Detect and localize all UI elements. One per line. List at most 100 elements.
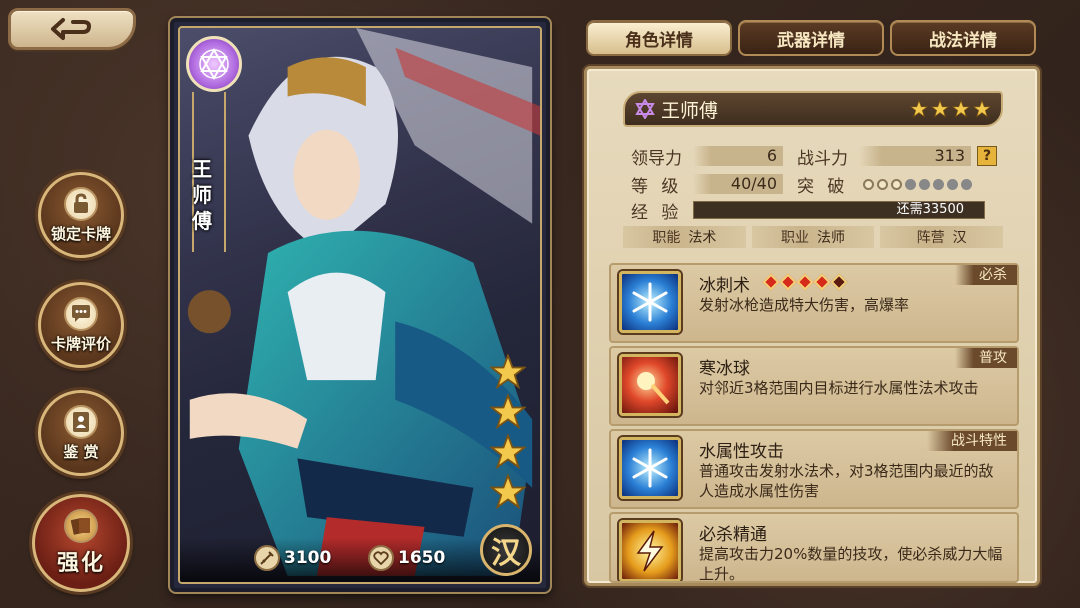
breakthrough-dot [863,178,874,190]
star-icon [910,100,928,118]
tag-function: 职能 法术 [623,226,746,248]
exp-label: 经 验 [631,202,683,223]
skill-name: 冰刺术 [699,276,750,296]
card-star-rating [490,354,526,510]
tag-value: 法术 [688,230,717,246]
gem-icon [762,273,780,291]
skill-card[interactable]: 水属性攻击 战斗特性 普通攻击发射水法术，对3格范围内最近的敌人造成水属性伤害 [609,429,1019,509]
star-icon [490,434,526,470]
chat-bubble-icon [64,296,98,331]
level-value: 40/40 [693,174,783,194]
breakthrough-dot [891,178,902,190]
tag-value: 法师 [817,230,845,246]
gem-icon [779,273,797,291]
combat-label: 战斗力 [797,148,848,169]
star-icon [490,474,526,510]
tag-label: 职业 [781,230,809,246]
card-review-button[interactable]: 卡牌评价 [38,282,124,368]
appreciate-button[interactable]: 鉴 赏 [38,390,124,476]
hero-name-banner: 王师傅 [623,91,1003,127]
card-review-label: 卡牌评价 [50,334,111,353]
skill-name: 必杀精通 [699,525,767,545]
character-card: 王 师 傅 3100 1650 汉 [170,18,550,592]
enhance-button[interactable]: 强化 [32,494,130,592]
ice-crystal-icon [619,271,681,333]
tag-faction: 阵营 汉 [880,226,1004,248]
breakthrough-dot [947,178,958,190]
skill-card[interactable]: 必杀精通 提高攻击力20%数量的技攻，使必杀威力大幅上升。 [609,512,1019,583]
skill-description: 发射冰枪造成特大伤害，高爆率 [699,296,910,314]
gem-icon [813,273,831,291]
hero-star-rating [910,100,991,118]
tag-value: 汉 [952,230,967,246]
back-arrow-icon [51,18,91,40]
attr-row-leadership: 领导力 6 战斗力 313 ? [631,145,997,169]
help-icon[interactable]: ? [977,146,997,166]
hero-name: 王师傅 [661,99,719,122]
character-detail-panel: 王师傅 领导力 6 战斗力 313 ? 等 级 40/40 突 破 经 验 还需… [584,66,1040,586]
gem-icon [796,273,814,291]
breakthrough-dot [905,178,916,190]
lock-card-button[interactable]: 锁定卡牌 [38,172,124,258]
tab-character-details[interactable]: 角色详情 [586,20,732,56]
tab-weapon-details[interactable]: 武器详情 [738,20,884,56]
gem-icon [830,273,848,291]
star-icon [973,100,991,118]
card-name-char: 师 [192,183,212,207]
card-name-char: 傅 [192,209,212,233]
card-name-char: 王 [192,157,212,181]
tag-label: 职能 [652,230,681,246]
enhance-label: 强化 [56,551,105,576]
faction-badge: 汉 [480,524,532,576]
lock-icon [64,186,98,221]
card-character-name: 王 师 傅 [188,156,216,234]
tab-tactics-details[interactable]: 战法详情 [890,20,1036,56]
card-hp-value: 1650 [398,548,446,568]
lightning-icon [619,520,681,581]
tag-label: 阵营 [916,230,945,246]
skill-type-badge: 必杀 [955,265,1017,285]
leadership-label: 领导力 [631,148,682,169]
ice-crystal-icon [619,437,681,499]
skill-card[interactable]: 冰刺术 必杀 发射冰枪造成特大伤害，高爆率 [609,263,1019,343]
lock-card-label: 锁定卡牌 [50,224,111,243]
card-attack-stat: 3100 [254,544,331,572]
skill-type-badge: 战斗特性 [927,431,1017,451]
star-icon [490,354,526,390]
character-artwork [187,28,540,576]
skill-name: 寒冰球 [699,359,750,379]
cards-icon [64,509,98,543]
star-icon [931,100,949,118]
back-button[interactable] [8,8,136,50]
hero-tags: 职能 法术 职业 法师 阵营 汉 [623,226,1004,248]
breakthrough-dots [863,178,972,190]
tag-profession: 职业 法师 [751,226,875,248]
skill-name: 水属性攻击 [699,442,784,462]
heart-icon [368,545,394,571]
attr-row-exp: 经 验 还需33500 [631,199,985,223]
skill-description: 普通攻击发射水法术，对3格范围内最近的敌人造成水属性伤害 [699,462,994,500]
skill-description: 提高攻击力20%数量的技攻，使必杀威力大幅上升。 [699,545,1003,583]
breakthrough-dot [933,178,944,190]
skill-description: 对邻近3格范围内目标进行水属性法术攻击 [699,379,979,397]
card-attack-value: 3100 [284,548,332,568]
skill-type-badge: 普攻 [955,348,1017,368]
combat-value: 313 [859,146,971,166]
sword-icon [254,545,280,571]
portrait-card-icon [64,404,98,439]
fireball-icon [619,354,681,416]
breakthrough-dot [961,178,972,190]
leadership-value: 6 [693,146,783,166]
level-label: 等 级 [631,176,683,197]
skill-card[interactable]: 寒冰球 普攻 对邻近3格范围内目标进行水属性法术攻击 [609,346,1019,426]
exp-bar: 还需33500 [693,201,985,219]
attr-row-level: 等 级 40/40 突 破 [631,173,972,197]
card-hp-stat: 1650 [368,544,445,572]
breakthrough-label: 突 破 [797,176,849,197]
star-icon [490,394,526,430]
breakthrough-dot [919,178,930,190]
magic-hexagram-icon [186,36,242,92]
appreciate-label: 鉴 赏 [63,442,99,461]
breakthrough-dot [877,178,888,190]
magic-hexagram-icon [635,99,655,119]
